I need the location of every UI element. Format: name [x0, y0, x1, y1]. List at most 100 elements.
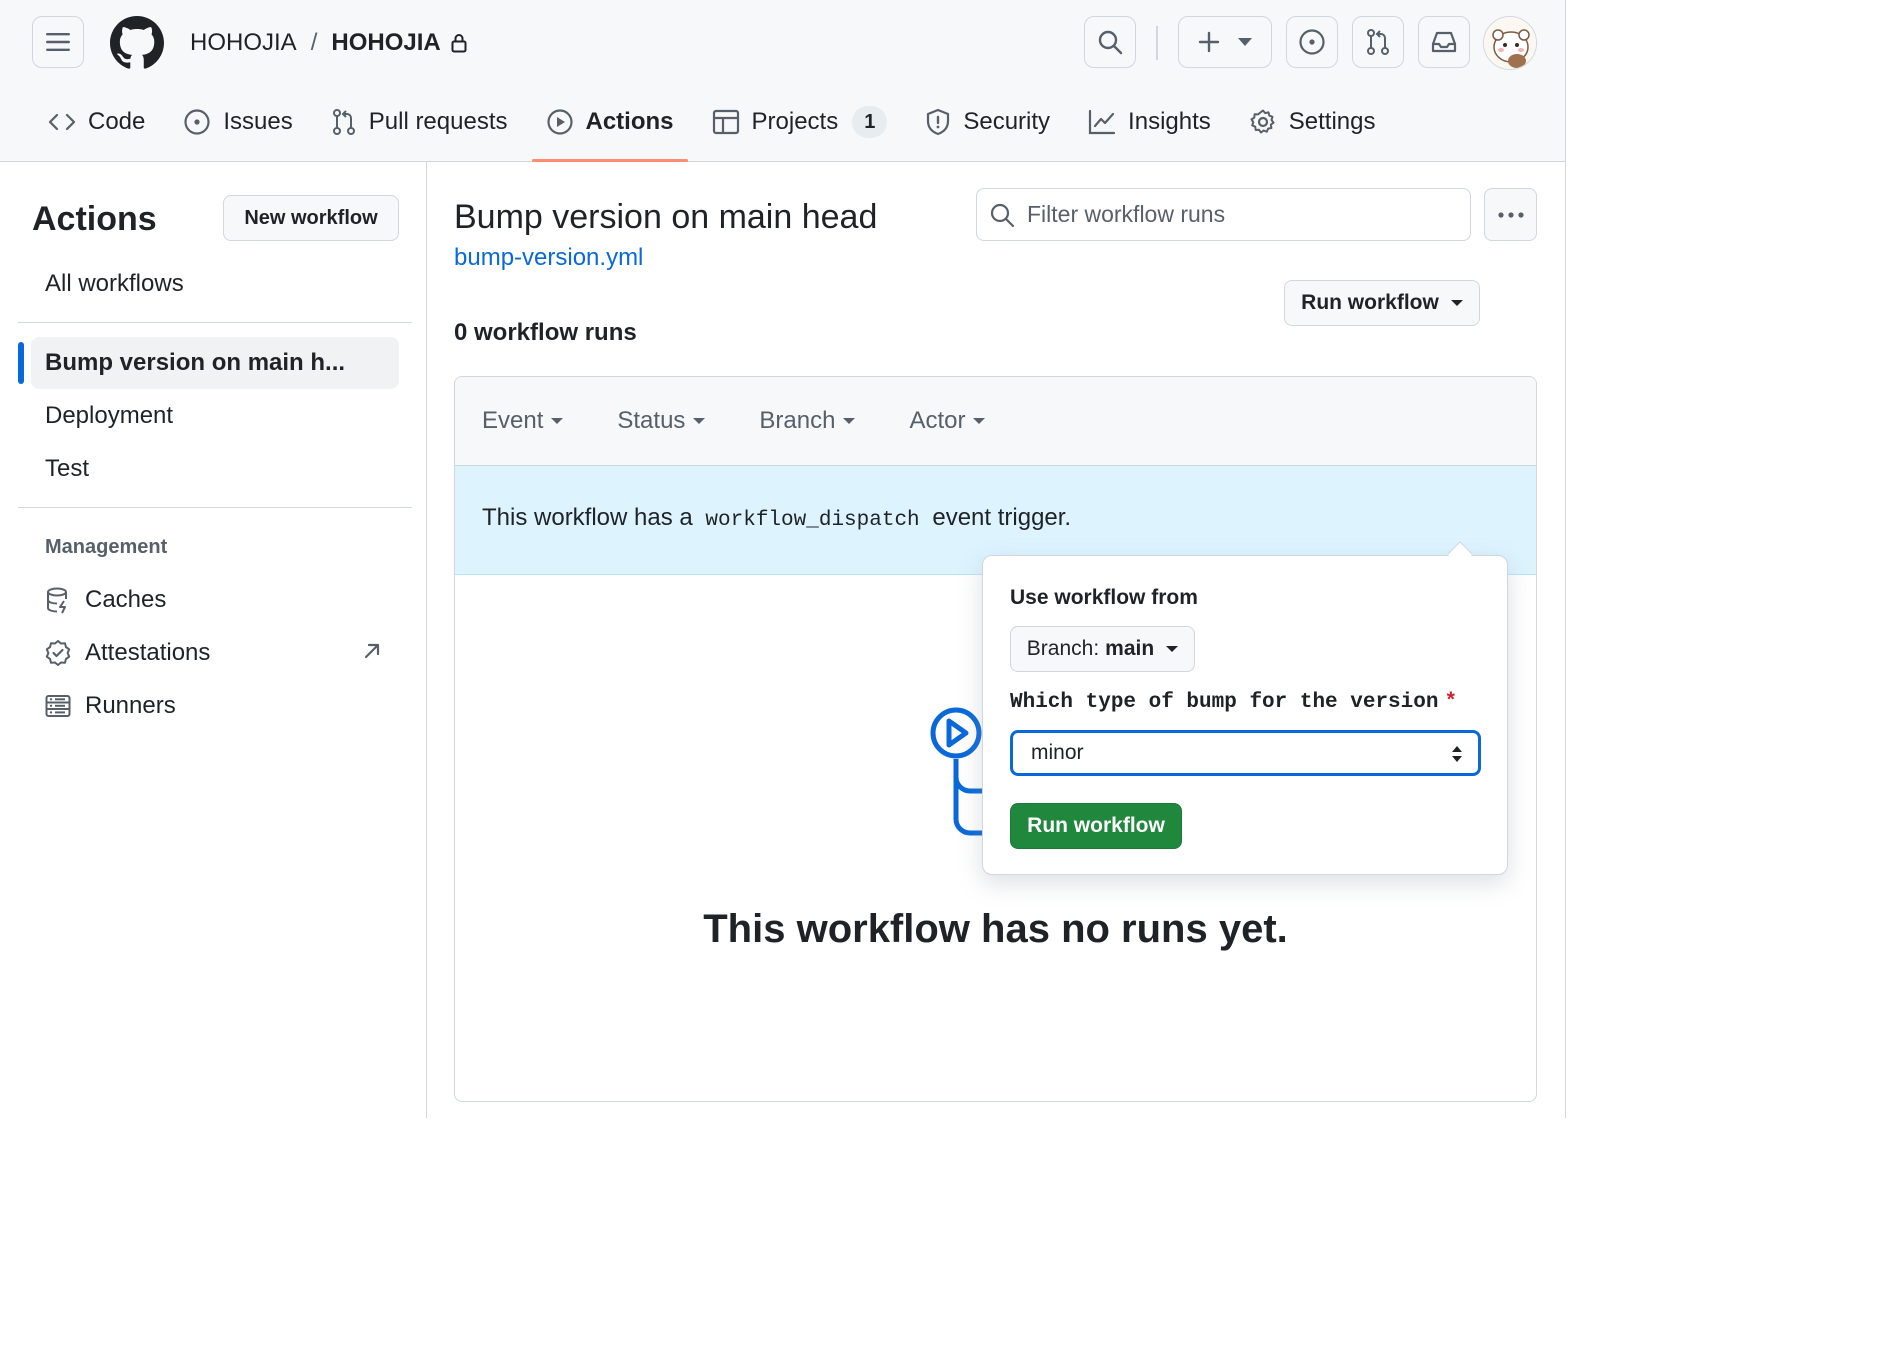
- branch-select-button[interactable]: Branch: main: [1010, 626, 1195, 672]
- sidebar-item-all-workflows[interactable]: All workflows: [31, 258, 399, 310]
- filter-label: Status: [617, 407, 686, 434]
- run-workflow-dropdown-button[interactable]: Run workflow: [1284, 280, 1480, 326]
- dispatch-message: This workflow has a workflow_dispatch ev…: [482, 504, 1071, 532]
- tab-actions[interactable]: Actions: [531, 100, 688, 162]
- tab-security[interactable]: Security: [917, 100, 1058, 144]
- inbox-icon: [1430, 30, 1458, 54]
- sidebar-item-test[interactable]: Test: [31, 443, 399, 495]
- triangle-down-icon: [1166, 646, 1179, 652]
- required-marker: *: [1444, 691, 1458, 714]
- inbox-button[interactable]: [1418, 16, 1470, 68]
- play-icon: [546, 108, 574, 136]
- database-icon: [45, 586, 71, 614]
- filter-label: Actor: [909, 407, 966, 434]
- shield-icon: [925, 108, 951, 136]
- tab-settings[interactable]: Settings: [1241, 100, 1384, 144]
- tab-label: Projects: [751, 108, 839, 135]
- bump-type-label: Which type of bump for the version *: [1010, 691, 1457, 714]
- repo-breadcrumb: HOHOJIA / HOHOJIA: [190, 26, 467, 60]
- menu-button[interactable]: [32, 16, 84, 68]
- sidebar-item-bump-version[interactable]: Bump version on main h...: [31, 337, 399, 389]
- tab-label: Security: [963, 108, 1051, 135]
- gear-icon: [1249, 108, 1277, 136]
- filter-label: Branch: [759, 407, 836, 434]
- sidebar-item-label: Caches: [85, 586, 167, 613]
- triangle-down-icon: [843, 418, 856, 424]
- code-icon: [48, 111, 76, 133]
- triangle-down-icon: [693, 418, 706, 424]
- lock-icon: [451, 33, 467, 53]
- tab-projects[interactable]: Projects 1: [704, 100, 896, 144]
- dispatch-prefix: This workflow has a: [482, 504, 693, 531]
- sidebar-item-attestations[interactable]: Attestations: [45, 633, 210, 673]
- tab-pull-requests[interactable]: Pull requests: [323, 100, 516, 144]
- triangle-down-icon: [551, 418, 564, 424]
- sidebar-item-label: Runners: [85, 692, 176, 719]
- git-pull-request-icon: [331, 108, 357, 136]
- search-icon: [1097, 29, 1123, 55]
- more-options-button[interactable]: [1484, 188, 1537, 241]
- issue-opened-icon: [1298, 28, 1326, 56]
- tab-insights[interactable]: Insights: [1080, 100, 1219, 144]
- breadcrumb-separator: /: [310, 29, 318, 56]
- repo-owner-link[interactable]: HOHOJIA: [190, 29, 297, 57]
- sidebar-title: Actions: [32, 200, 157, 238]
- sidebar-item-runners[interactable]: Runners: [45, 686, 176, 726]
- empty-state-message: This workflow has no runs yet.: [703, 907, 1288, 951]
- global-header: HOHOJIA / HOHOJIA Code Issues Pull reque…: [0, 0, 1565, 162]
- projects-count-badge: 1: [852, 106, 888, 138]
- sidebar-item-caches[interactable]: Caches: [45, 580, 166, 620]
- tab-issues[interactable]: Issues: [175, 100, 300, 144]
- select-arrows-icon: [1450, 743, 1464, 765]
- repo-name-link[interactable]: HOHOJIA: [331, 29, 440, 57]
- filter-runs-input[interactable]: [1027, 201, 1447, 228]
- page-title: Bump version on main head: [454, 198, 878, 236]
- branch-filter-dropdown[interactable]: Branch: [759, 407, 856, 435]
- tab-label: Settings: [1288, 108, 1376, 135]
- run-workflow-popover: Use workflow from Branch: main Which typ…: [982, 555, 1508, 875]
- server-icon: [45, 694, 71, 718]
- triangle-down-icon: [1450, 300, 1463, 306]
- search-icon: [989, 202, 1015, 228]
- branch-prefix: Branch:: [1026, 637, 1100, 660]
- triangle-down-icon: [973, 418, 986, 424]
- management-heading: Management: [45, 536, 168, 558]
- button-label: Run workflow: [1301, 291, 1439, 314]
- bump-type-select[interactable]: minor: [1010, 730, 1481, 776]
- kebab-horizontal-icon: [1497, 211, 1525, 219]
- pull-requests-button[interactable]: [1352, 16, 1404, 68]
- github-logo-icon[interactable]: [110, 16, 164, 70]
- runs-count: 0 workflow runs: [454, 319, 637, 346]
- filter-runs-field[interactable]: [976, 188, 1471, 241]
- user-avatar[interactable]: [1483, 16, 1537, 70]
- plus-icon: [1198, 31, 1220, 53]
- actions-sidebar: Actions New workflow All workflows Bump …: [0, 162, 427, 1118]
- new-workflow-button[interactable]: New workflow: [223, 195, 399, 241]
- run-workflow-submit-button[interactable]: Run workflow: [1010, 803, 1182, 849]
- app-window: HOHOJIA / HOHOJIA Code Issues Pull reque…: [0, 0, 1566, 1118]
- tab-label: Pull requests: [368, 108, 508, 135]
- verified-icon: [45, 639, 71, 667]
- active-indicator: [18, 342, 24, 384]
- triangle-down-icon: [1238, 38, 1252, 46]
- sidebar-item-deployment[interactable]: Deployment: [31, 390, 399, 442]
- issues-button[interactable]: [1286, 16, 1338, 68]
- actor-filter-dropdown[interactable]: Actor: [909, 407, 986, 435]
- tab-label: Code: [88, 108, 146, 135]
- tab-code[interactable]: Code: [40, 100, 153, 144]
- status-filter-dropdown[interactable]: Status: [617, 407, 706, 435]
- graph-icon: [1088, 109, 1116, 135]
- workflow-file-link[interactable]: bump-version.yml: [454, 244, 643, 272]
- bump-type-value: minor: [1031, 741, 1084, 764]
- event-filter-dropdown[interactable]: Event: [482, 407, 564, 435]
- dispatch-code: workflow_dispatch: [705, 509, 920, 532]
- use-workflow-from-label: Use workflow from: [1010, 586, 1198, 609]
- tab-label: Insights: [1128, 108, 1211, 135]
- sidebar-divider: [18, 507, 412, 508]
- branch-value: main: [1105, 637, 1155, 660]
- create-new-button[interactable]: [1178, 16, 1272, 68]
- link-external-icon: [363, 642, 381, 660]
- tab-label: Issues: [223, 108, 293, 135]
- search-button[interactable]: [1084, 16, 1136, 68]
- issue-opened-icon: [183, 108, 211, 136]
